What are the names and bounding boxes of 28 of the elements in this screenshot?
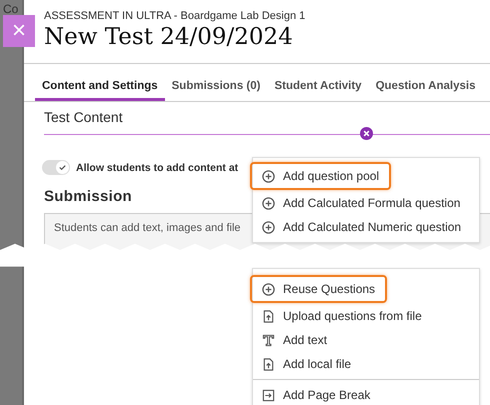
remove-icon[interactable]: [360, 127, 373, 140]
menu-item[interactable]: Add Calculated Formula question: [250, 191, 472, 215]
add-icon: [262, 170, 275, 182]
page-title: New Test 24/09/2024: [44, 24, 294, 50]
menu-item[interactable]: Reuse Questions: [250, 275, 388, 303]
menu-item[interactable]: Add Page Break: [250, 383, 382, 405]
file-upload-icon: [262, 358, 275, 370]
check-icon: [58, 163, 67, 172]
add-icon: [262, 220, 275, 234]
tab[interactable]: Submissions (0): [164, 64, 268, 101]
text-icon: [262, 334, 275, 346]
tab[interactable]: Question Analysis: [368, 64, 482, 101]
toggle-label: Allow students to add content at: [76, 162, 238, 174]
tab[interactable]: Content and Settings: [35, 64, 165, 101]
menu-item[interactable]: Add local file: [250, 352, 364, 376]
menu-item[interactable]: Add text: [250, 328, 340, 352]
add-icon: [262, 282, 275, 296]
toggle-switch[interactable]: [42, 160, 70, 175]
menu-item[interactable]: Upload questions from file: [250, 304, 434, 328]
page-break-icon: [262, 388, 275, 402]
page-text: Co: [3, 2, 18, 16]
tab[interactable]: Student Activity: [267, 64, 369, 101]
menu-item[interactable]: Add question pool: [250, 162, 392, 190]
submission-heading: Submission: [44, 188, 132, 205]
add-icon: [262, 196, 275, 210]
section-title: Test Content: [44, 109, 124, 125]
file-upload-icon: [262, 310, 275, 322]
breadcrumb: ASSESSMENT IN ULTRA - Boardgame Lab Design 1: [44, 10, 306, 22]
